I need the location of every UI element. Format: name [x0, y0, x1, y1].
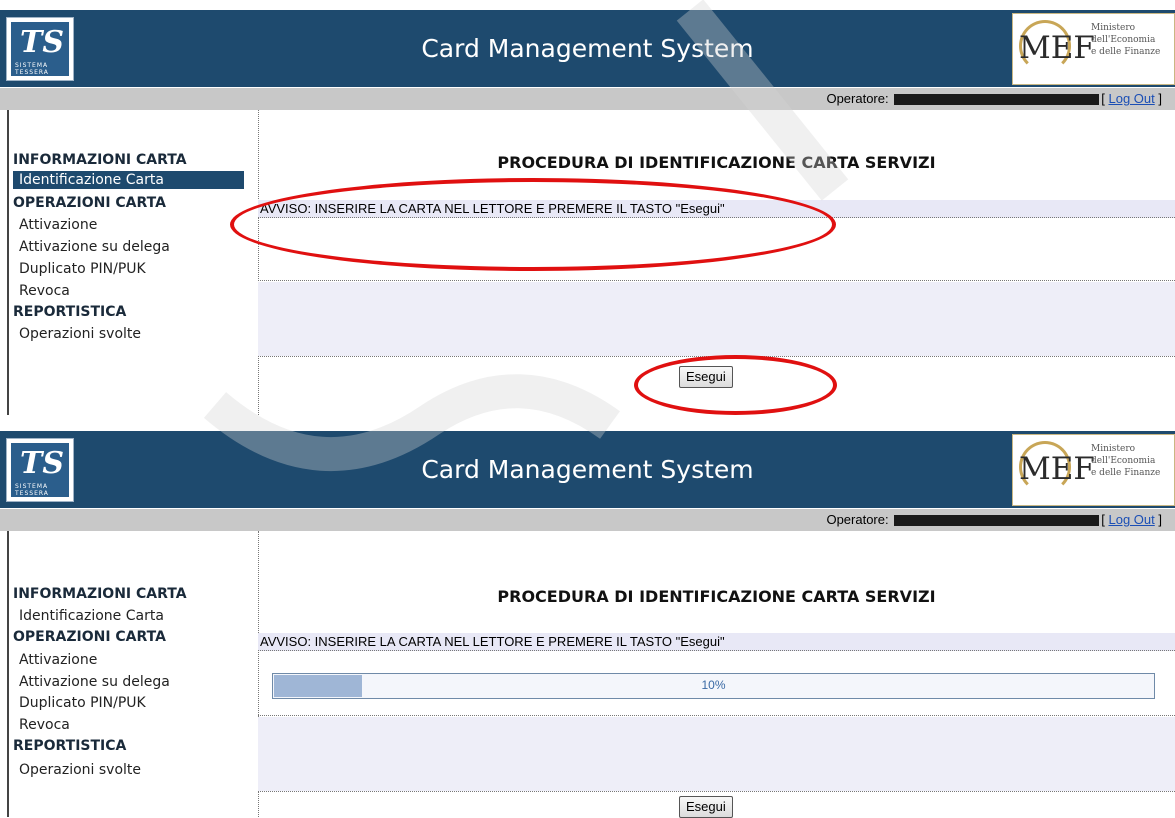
logout-link[interactable]: Log Out [1108, 512, 1154, 527]
page-title: PROCEDURA DI IDENTIFICAZIONE CARTA SERVI… [497, 587, 936, 606]
sidebar-section-ops: OPERAZIONI CARTA [13, 195, 166, 211]
redacted-operator-name [894, 515, 1100, 527]
screenshot-panel-1: TS SISTEMA TESSERA Card Management Syste… [0, 0, 1175, 415]
sidebar-item-revoca[interactable]: Revoca [13, 282, 244, 300]
highlight-circle-avviso [230, 178, 836, 271]
screenshot-panel-2: TS SISTEMA TESSERA Card Management Syste… [0, 421, 1175, 818]
operator-label: Operatore: [826, 512, 889, 527]
app-header: TS SISTEMA TESSERA Card Management Syste… [0, 10, 1175, 87]
esegui-button[interactable]: Esegui [679, 366, 733, 388]
app-header: TS SISTEMA TESSERA Card Management Syste… [0, 431, 1175, 508]
mef-logo: MEF Ministero dell'Economia e delle Finanz… [1012, 13, 1175, 85]
page-title: PROCEDURA DI IDENTIFICAZIONE CARTA SERVI… [497, 153, 936, 172]
sidebar-item-revoca[interactable]: Revoca [13, 716, 244, 734]
operator-label: Operatore: [826, 91, 889, 106]
app-title: Card Management System [421, 455, 754, 484]
sidebar-item-attivazione[interactable]: Attivazione [13, 651, 244, 669]
sidebar-item-identificazione[interactable]: Identificazione Carta [13, 171, 244, 189]
sidebar-item-operazioni[interactable]: Operazioni svolte [13, 761, 244, 779]
operator-bar: Operatore: [ Log Out ] [0, 509, 1175, 531]
highlight-circle-button [634, 355, 837, 415]
sidebar-section-report: REPORTISTICA [13, 738, 127, 754]
sidebar-section-info: INFORMAZIONI CARTA [13, 586, 187, 602]
sidebar-item-duplicato[interactable]: Duplicato PIN/PUK [13, 260, 244, 278]
sidebar-section-info: INFORMAZIONI CARTA [13, 152, 187, 168]
sidebar-item-attivazione-delega[interactable]: Attivazione su delega [13, 673, 244, 691]
mef-logo: MEF Ministero dell'Economia e delle Finanz… [1012, 434, 1175, 506]
sidebar-item-identificazione[interactable]: Identificazione Carta [13, 607, 244, 625]
sidebar-item-operazioni[interactable]: Operazioni svolte [13, 325, 244, 343]
esegui-button[interactable]: Esegui [679, 796, 733, 818]
operator-bar: Operatore: [ Log Out ] [0, 88, 1175, 110]
sidebar-section-report: REPORTISTICA [13, 304, 127, 320]
redacted-operator-name [894, 94, 1100, 106]
avviso-message: AVVISO: INSERIRE LA CARTA NEL LETTORE E … [258, 633, 1175, 651]
avviso-message: AVVISO: INSERIRE LA CARTA NEL LETTORE E … [258, 200, 1175, 218]
progress-label: 10% [701, 678, 726, 692]
sidebar-item-attivazione[interactable]: Attivazione [13, 216, 244, 234]
sidebar-item-duplicato[interactable]: Duplicato PIN/PUK [13, 694, 244, 712]
app-title: Card Management System [421, 34, 754, 63]
sidebar-item-attivazione-delega[interactable]: Attivazione su delega [13, 238, 244, 256]
sidebar-section-ops: OPERAZIONI CARTA [13, 629, 166, 645]
result-box [258, 282, 1175, 356]
progress-bar: 10% [272, 673, 1155, 699]
logout-link[interactable]: Log Out [1108, 91, 1154, 106]
result-box [258, 717, 1175, 791]
